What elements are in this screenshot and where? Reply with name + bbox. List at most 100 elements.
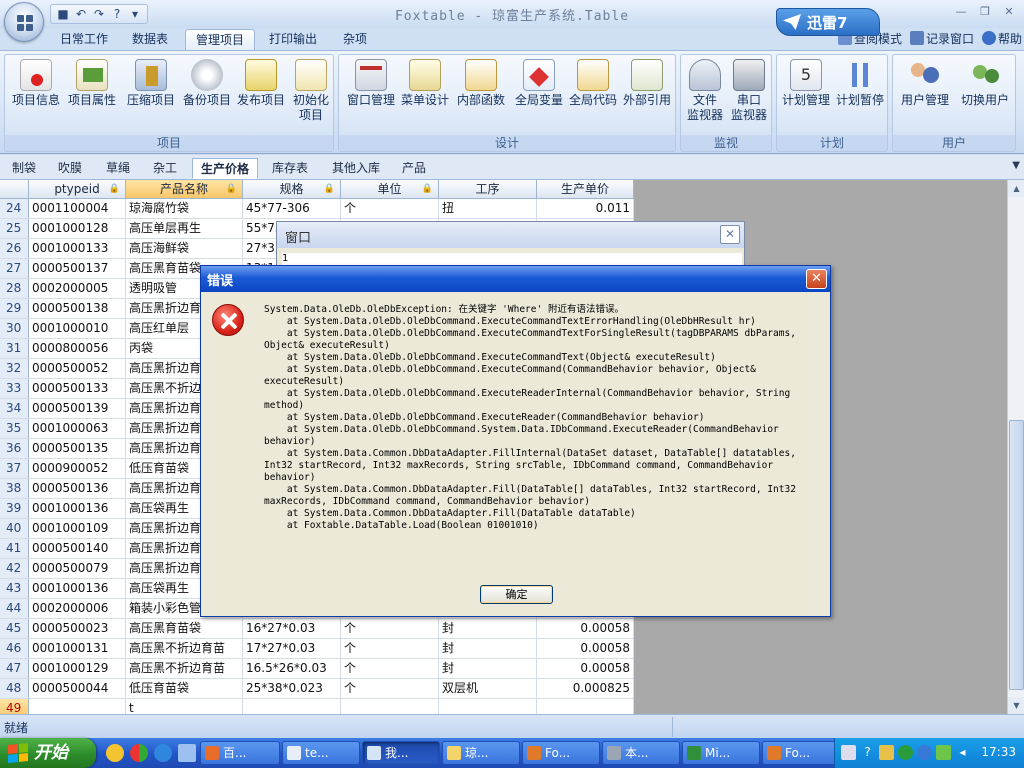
table-cell[interactable]: 高压黑不折边育苗 — [126, 659, 243, 678]
row-number[interactable]: 33 — [0, 379, 29, 398]
compress-project-button[interactable]: 压缩项目 — [123, 59, 179, 108]
table-cell[interactable]: 低压育苗袋 — [126, 679, 243, 698]
table-cell[interactable]: 0001000109 — [29, 519, 126, 538]
window-dialog-field[interactable]: 1 — [282, 253, 742, 265]
table-cell[interactable]: 0.011 — [537, 199, 634, 218]
table-row[interactable]: 24 0001100004 琼海腐竹袋 45*77-306 个扭 0.011 — [0, 199, 634, 219]
table-cell[interactable]: 16*27*0.03 — [243, 619, 341, 638]
scroll-up-arrow-icon[interactable]: ▲ — [1008, 180, 1024, 197]
table-cell[interactable]: 个 — [341, 679, 439, 698]
row-number[interactable]: 38 — [0, 479, 29, 498]
row-number[interactable]: 31 — [0, 339, 29, 358]
table-cell[interactable]: 0000500138 — [29, 299, 126, 318]
serial-monitor-button[interactable]: 串口 监视器 — [727, 59, 771, 123]
table-cell[interactable]: 封 — [439, 619, 537, 638]
switch-user-button[interactable]: 切换用户 — [955, 59, 1015, 108]
table-cell[interactable]: 25*38*0.023 — [243, 679, 341, 698]
table-cell[interactable]: 高压单层再生 — [126, 219, 243, 238]
sheet-tab-straw-rope[interactable]: 草绳 — [98, 158, 138, 179]
row-number[interactable]: 49 — [0, 699, 29, 714]
table-cell[interactable]: 双层机 — [439, 679, 537, 698]
row-number[interactable]: 45 — [0, 619, 29, 638]
help-tray-icon[interactable]: ? — [860, 745, 875, 760]
table-cell[interactable] — [341, 699, 439, 714]
taskbar-button-browser[interactable]: 百... — [200, 741, 280, 765]
table-cell[interactable] — [29, 699, 126, 714]
minimize-button[interactable]: — — [950, 3, 972, 21]
column-header-unit-price[interactable]: 生产单价 — [537, 180, 634, 198]
table-cell[interactable]: 个 — [341, 639, 439, 658]
row-number[interactable]: 40 — [0, 519, 29, 538]
table-cell[interactable]: 0000500140 — [29, 539, 126, 558]
sheet-tab-product[interactable]: 产品 — [394, 158, 434, 179]
error-dialog-close-button[interactable]: ✕ — [806, 269, 827, 289]
publish-project-button[interactable]: 发布项目 — [233, 59, 289, 108]
table-cell[interactable]: 45*77-306 — [243, 199, 341, 218]
tab-print-output[interactable]: 打印输出 — [259, 29, 327, 50]
table-row[interactable]: 48 0000500044 低压育苗袋 25*38*0.023 个双层机 0.000825 — [0, 679, 634, 699]
row-number[interactable]: 24 — [0, 199, 29, 218]
table-cell[interactable]: 高压黑不折边育苗 — [126, 639, 243, 658]
global-variables-button[interactable]: 全局变量 — [511, 59, 567, 108]
row-number[interactable]: 27 — [0, 259, 29, 278]
backup-project-button[interactable]: 备份项目 — [179, 59, 235, 108]
table-cell[interactable]: 0001000136 — [29, 499, 126, 518]
table-cell[interactable]: 扭 — [439, 199, 537, 218]
ime-icon[interactable] — [917, 745, 932, 760]
help-link[interactable]: 帮助 — [981, 30, 1022, 47]
table-cell[interactable]: 0000800056 — [29, 339, 126, 358]
table-cell[interactable] — [537, 699, 634, 714]
schedule-pause-button[interactable]: 计划暂停 — [833, 59, 887, 108]
table-cell[interactable]: 0001000129 — [29, 659, 126, 678]
tab-misc[interactable]: 杂项 — [333, 29, 377, 50]
table-cell[interactable]: 0001000063 — [29, 419, 126, 438]
row-number[interactable]: 44 — [0, 599, 29, 618]
table-cell[interactable]: 0000500044 — [29, 679, 126, 698]
taskbar-button-foxtable-1[interactable]: Fo... — [522, 741, 600, 765]
row-number[interactable]: 42 — [0, 559, 29, 578]
taskbar-button-text[interactable]: te... — [282, 741, 360, 765]
taskbar-button-foxtable-2[interactable]: Fo... — [762, 741, 836, 765]
volume-icon[interactable]: ◂ — [955, 745, 970, 760]
table-cell[interactable] — [243, 699, 341, 714]
start-button[interactable]: 开始 — [0, 738, 96, 768]
table-cell[interactable]: 0002000006 — [29, 599, 126, 618]
table-cell[interactable]: 0000500139 — [29, 399, 126, 418]
tab-data-table[interactable]: 数据表 — [122, 29, 178, 50]
row-number[interactable]: 29 — [0, 299, 29, 318]
row-number[interactable]: 37 — [0, 459, 29, 478]
table-cell[interactable]: 16.5*26*0.03 — [243, 659, 341, 678]
sheet-tab-production-price[interactable]: 生产价格 — [192, 158, 259, 179]
file-monitor-button[interactable]: 文件 监视器 — [683, 59, 727, 123]
app-menu-button[interactable] — [4, 2, 44, 42]
sheet-tab-film-blowing[interactable]: 吹膜 — [50, 158, 90, 179]
row-number[interactable]: 39 — [0, 499, 29, 518]
internal-functions-button[interactable]: 内部函数 — [453, 59, 509, 108]
ok-button[interactable]: 确定 — [480, 585, 553, 604]
tab-manage-project[interactable]: 管理项目 — [185, 29, 256, 50]
table-cell[interactable]: 0001000136 — [29, 579, 126, 598]
user-manage-button[interactable]: 用户管理 — [895, 59, 955, 108]
table-cell[interactable]: 高压黑育苗袋 — [126, 619, 243, 638]
column-header-product-name[interactable]: 产品名称 🔒 — [126, 180, 243, 198]
table-cell[interactable]: 封 — [439, 639, 537, 658]
window-dialog-close-button[interactable]: ✕ — [720, 225, 740, 244]
table-cell[interactable]: 0.00058 — [537, 639, 634, 658]
table-row[interactable]: 46 0001000131 高压黑不折边育苗 17*27*0.03 个封 0.00058 — [0, 639, 634, 659]
row-number[interactable]: 34 — [0, 399, 29, 418]
table-cell[interactable]: 0000500137 — [29, 259, 126, 278]
column-header-process[interactable]: 工序 — [439, 180, 537, 198]
table-cell[interactable]: 个 — [341, 199, 439, 218]
menu-design-button[interactable]: 菜单设计 — [397, 59, 453, 108]
row-number-header[interactable] — [0, 180, 29, 198]
sheet-tab-misc-labor[interactable]: 杂工 — [145, 158, 185, 179]
clock[interactable]: 17:33 — [981, 745, 1016, 759]
quick-launch-windows-icon[interactable] — [130, 744, 148, 762]
row-number[interactable]: 36 — [0, 439, 29, 458]
column-header-spec[interactable]: 规格 🔒 — [243, 180, 341, 198]
table-cell[interactable]: 0001000128 — [29, 219, 126, 238]
keyboard-icon[interactable] — [841, 745, 856, 760]
row-number[interactable]: 46 — [0, 639, 29, 658]
scroll-down-arrow-icon[interactable]: ▼ — [1008, 697, 1024, 714]
sheet-tab-inventory[interactable]: 库存表 — [264, 158, 316, 179]
